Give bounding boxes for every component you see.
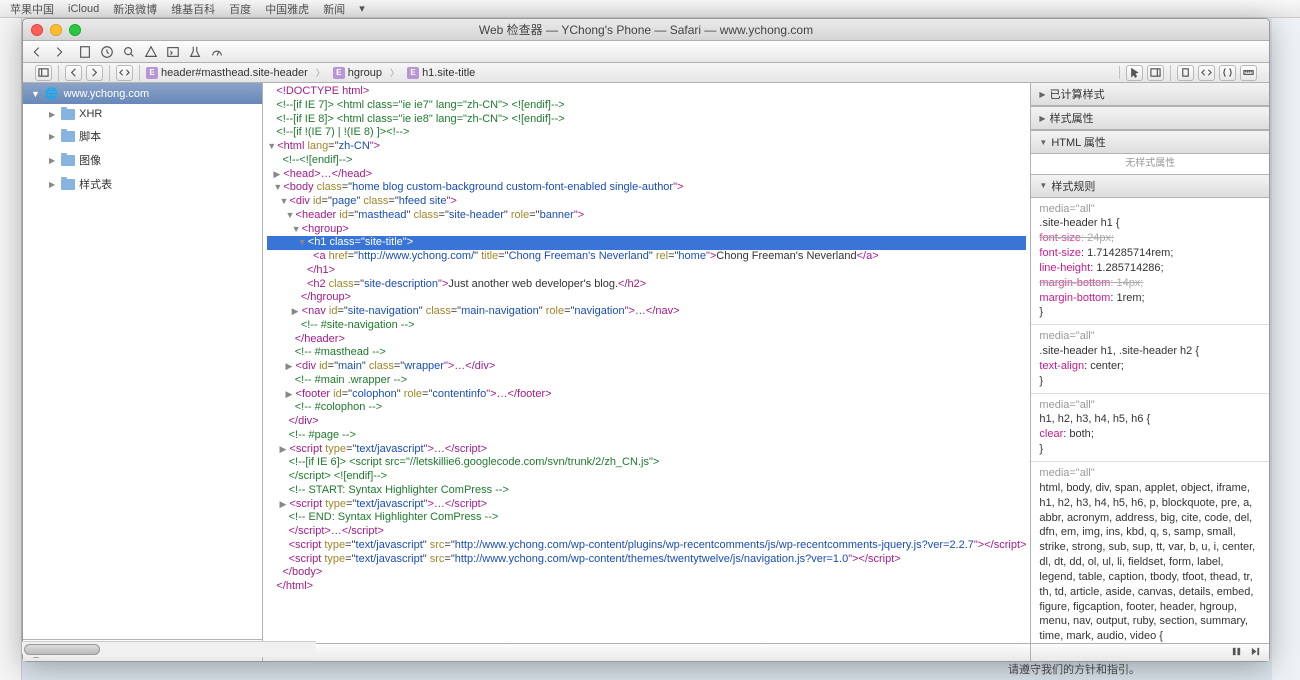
source-icon[interactable] xyxy=(116,65,133,81)
inspector-toolbar xyxy=(23,41,1269,63)
scrollbar-thumb[interactable] xyxy=(24,644,100,655)
tree-root[interactable]: ▼ 🌐 www.ychong.com xyxy=(23,83,262,104)
tab-item[interactable]: iCloud xyxy=(68,3,99,15)
globe-icon: 🌐 xyxy=(45,87,59,100)
tree-folder[interactable]: ▶图像 xyxy=(23,148,262,172)
section-computed[interactable]: ▶已计算样式 xyxy=(1031,83,1269,106)
tree-folder[interactable]: ▶脚本 xyxy=(23,124,262,148)
tab-item[interactable]: 百度 xyxy=(229,1,251,17)
toggle-sidebar-icon[interactable] xyxy=(35,65,52,81)
window-titlebar[interactable]: Web 检查器 — YChong's Phone — Safari — www.… xyxy=(23,19,1269,41)
clock-icon[interactable] xyxy=(99,44,115,60)
toggle-right-sidebar-icon[interactable] xyxy=(1147,65,1164,81)
forward-icon[interactable] xyxy=(51,44,67,60)
back-icon[interactable] xyxy=(29,44,45,60)
step-icon[interactable] xyxy=(1250,646,1261,660)
tab-item[interactable]: 维基百科 xyxy=(171,1,215,17)
tab-dropdown-icon[interactable]: ▾ xyxy=(359,2,365,15)
folder-icon xyxy=(61,179,75,190)
tree-folder[interactable]: ▶样式表 xyxy=(23,172,262,196)
tab-item[interactable]: 新闻 xyxy=(323,1,345,17)
root-label: www.ychong.com xyxy=(64,88,150,100)
section-attrs[interactable]: ▶样式属性 xyxy=(1031,107,1269,130)
file-icon[interactable] xyxy=(77,44,93,60)
folder-icon xyxy=(61,109,75,120)
breadcrumb-item[interactable]: Eh1.site-title xyxy=(407,67,475,79)
pause-icon[interactable] xyxy=(1231,646,1242,660)
resources-sidebar: ▼ 🌐 www.ychong.com ▶XHR ▶脚本 ▶图像 ▶样式表 xyxy=(23,83,263,661)
bg-left-strip xyxy=(0,0,22,680)
right-statusbar xyxy=(1031,643,1269,661)
dom-tree[interactable]: <!DOCTYPE html> <!--[if IE 7]> <html cla… xyxy=(263,83,1030,643)
bg-right-strip xyxy=(1272,0,1300,680)
rules-list[interactable]: media="all" .site-header h1 { font-size:… xyxy=(1031,198,1269,644)
gauge-icon[interactable] xyxy=(209,44,225,60)
console-icon[interactable] xyxy=(165,44,181,60)
folder-icon xyxy=(61,155,75,166)
warning-icon[interactable] xyxy=(143,44,159,60)
breadcrumb-item[interactable]: Eheader#masthead.site-header xyxy=(146,67,308,79)
flask-icon[interactable] xyxy=(187,44,203,60)
section-rules[interactable]: ▼样式规则 xyxy=(1031,175,1269,198)
inspector-content: ▼ 🌐 www.ychong.com ▶XHR ▶脚本 ▶图像 ▶样式表 <!D… xyxy=(23,83,1269,661)
window-title: Web 检查器 — YChong's Phone — Safari — www.… xyxy=(23,21,1269,38)
tab-item[interactable]: 新浪微博 xyxy=(113,1,157,17)
panel-code-icon[interactable] xyxy=(1198,65,1215,81)
tree-folder[interactable]: ▶XHR xyxy=(23,104,262,124)
nav-back-icon[interactable] xyxy=(65,65,82,81)
search-icon[interactable] xyxy=(121,44,137,60)
page-footer-text: 请遵守我们的方针和指引。 xyxy=(1008,661,1140,677)
chevron-right-icon: 〉 xyxy=(390,66,399,79)
pointer-icon[interactable] xyxy=(1126,65,1143,81)
horizontal-scrollbar[interactable] xyxy=(22,641,316,657)
tab-item[interactable]: 中国雅虎 xyxy=(265,1,309,17)
panel-braces-icon[interactable] xyxy=(1219,65,1236,81)
selected-node[interactable]: ▼<h1 class="site-title"> xyxy=(267,236,1026,250)
panel-file-icon[interactable] xyxy=(1177,65,1194,81)
nav-forward-icon[interactable] xyxy=(86,65,103,81)
disclosure-triangle-icon[interactable]: ▼ xyxy=(31,89,40,99)
styles-sidebar: ▶已计算样式 ▶样式属性 ▼HTML 属性 无样式属性 ▼样式规则 media=… xyxy=(1030,83,1269,661)
mid-footer: ▶ xyxy=(263,643,1030,661)
panel-ruler-icon[interactable] xyxy=(1240,65,1257,81)
breadcrumb-item[interactable]: Ehgroup xyxy=(333,67,382,79)
tab-item[interactable]: 苹果中国 xyxy=(10,1,54,17)
section-html[interactable]: ▼HTML 属性 xyxy=(1031,131,1269,154)
inspector-window: Web 检查器 — YChong's Phone — Safari — www.… xyxy=(22,18,1270,662)
chevron-right-icon: 〉 xyxy=(316,66,325,79)
browser-tab-bar: 苹果中国 iCloud 新浪微博 维基百科 百度 中国雅虎 新闻 ▾ xyxy=(0,0,1300,18)
breadcrumb-bar: Eheader#masthead.site-header 〉 Ehgroup 〉… xyxy=(23,63,1269,83)
folder-icon xyxy=(61,131,75,142)
no-attrs-label: 无样式属性 xyxy=(1031,154,1269,174)
